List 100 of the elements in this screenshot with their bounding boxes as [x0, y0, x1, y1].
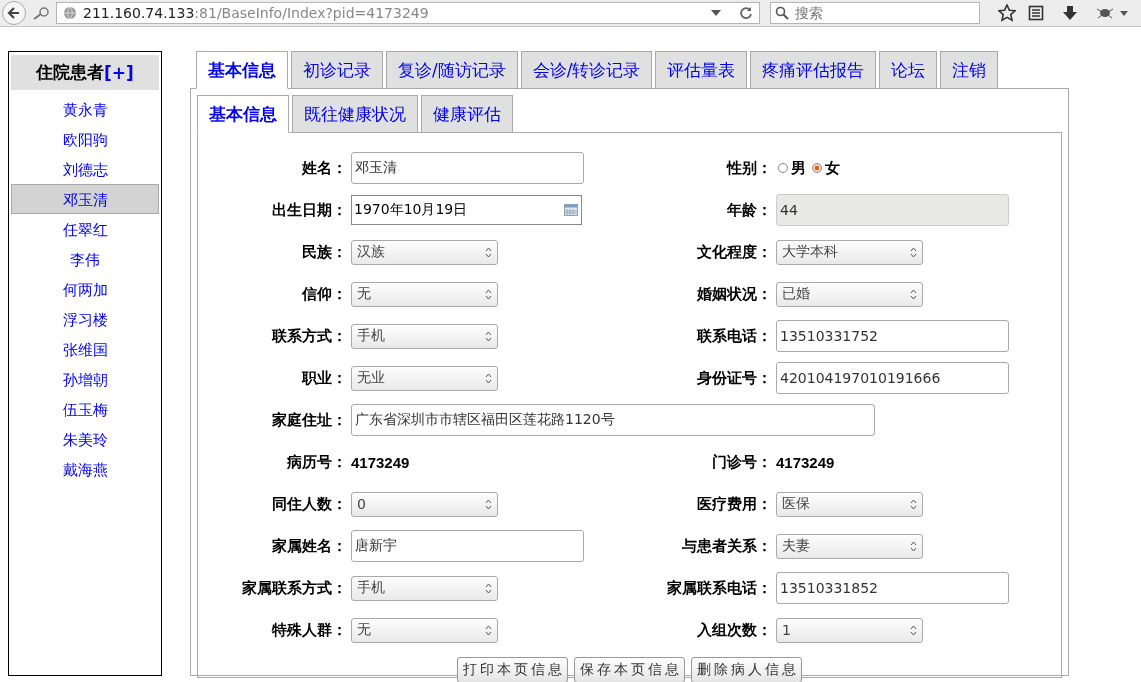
text-field[interactable]: 唐新宇 [351, 530, 584, 562]
patient-link[interactable]: 任翠红 [11, 214, 159, 244]
add-patient-link[interactable]: [+] [104, 62, 134, 83]
age-field[interactable]: 44 [776, 194, 1009, 226]
select-dropdown[interactable]: 无 [351, 281, 498, 307]
select-arrows-icon [485, 582, 492, 594]
tab[interactable]: 会诊/转诊记录 [520, 51, 653, 89]
select-dropdown[interactable]: 大学本科 [776, 239, 923, 265]
patient-link[interactable]: 浮习楼 [11, 304, 159, 334]
url-host: 211.160.74.133 [83, 5, 195, 21]
field-label: 入组次数： [696, 620, 773, 640]
select-dropdown[interactable]: 汉族 [351, 239, 498, 265]
field-label: 病历号： [286, 452, 348, 472]
tab[interactable]: 初诊记录 [291, 51, 383, 89]
patient-link[interactable]: 戴海燕 [11, 454, 159, 484]
select-dropdown[interactable]: 0 [351, 491, 498, 517]
patient-link[interactable]: 伍玉梅 [11, 394, 159, 424]
dropdown-caret-icon[interactable] [711, 10, 721, 16]
globe-icon [63, 6, 77, 20]
field-label: 信仰： [300, 284, 348, 304]
tab[interactable]: 论坛 [879, 51, 938, 89]
select-dropdown[interactable]: 手机 [351, 575, 498, 601]
select-arrows-icon [910, 498, 917, 510]
field-label: 特殊人群： [270, 620, 348, 640]
field-label: 文化程度： [696, 242, 773, 262]
radio-label: 女 [825, 158, 840, 178]
select-arrows-icon [485, 498, 492, 510]
field-label: 婚姻状况： [696, 284, 773, 304]
record-number: 4173249 [776, 453, 835, 471]
select-arrows-icon [485, 372, 492, 384]
field-label: 性别： [725, 158, 773, 178]
address-field[interactable]: 广东省深圳市市辖区福田区莲花路1120号 [351, 404, 875, 436]
subtab[interactable]: 基本信息 [197, 95, 289, 133]
select-dropdown[interactable]: 已婚 [776, 281, 923, 307]
select-dropdown[interactable]: 1 [776, 617, 923, 643]
field-label: 职业： [301, 368, 348, 388]
select-arrows-icon [485, 624, 492, 636]
dropdown-caret-icon[interactable] [1120, 10, 1128, 16]
subtab[interactable]: 健康评估 [421, 95, 513, 133]
select-dropdown[interactable]: 医保 [776, 491, 923, 517]
back-button[interactable] [2, 1, 26, 25]
patient-link[interactable]: 邓玉清 [11, 184, 159, 214]
field-label: 身份证号： [696, 368, 773, 388]
date-field[interactable]: 1970年10月19日 [351, 195, 582, 225]
field-label: 民族： [301, 242, 348, 262]
text-field[interactable]: 邓玉清 [351, 152, 584, 184]
text-field[interactable]: 420104197010191666 [776, 362, 1009, 394]
field-label: 门诊号： [711, 452, 773, 472]
tab[interactable]: 基本信息 [196, 51, 288, 89]
field-label: 与患者关系： [681, 536, 773, 556]
select-arrows-icon [485, 288, 492, 300]
field-label: 年龄： [726, 200, 773, 220]
patient-link[interactable]: 李伟 [11, 244, 159, 274]
field-label: 姓名： [301, 158, 348, 178]
field-label: 联系方式： [271, 326, 348, 346]
address-bar[interactable]: 211.160.74.133:81/BaseInfo/Index?pid=4173249 [56, 2, 760, 24]
patient-link[interactable]: 欧阳驹 [11, 124, 159, 154]
download-icon[interactable] [1062, 5, 1078, 21]
select-dropdown[interactable]: 夫妻 [776, 533, 923, 559]
patient-link[interactable]: 张维国 [11, 334, 159, 364]
reload-icon[interactable] [739, 6, 753, 20]
field-label: 家属姓名： [271, 536, 348, 556]
text-field[interactable]: 13510331752 [776, 320, 1009, 352]
patient-link[interactable]: 刘德志 [11, 154, 159, 184]
field-label: 家属联系电话： [666, 578, 773, 598]
patient-link[interactable]: 黄永青 [11, 94, 159, 124]
patient-link[interactable]: 何两加 [11, 274, 159, 304]
subtab[interactable]: 既往健康状况 [292, 95, 418, 133]
select-arrows-icon [910, 246, 917, 258]
radio-button[interactable] [778, 163, 788, 173]
field-label: 家属联系方式： [241, 578, 348, 598]
tab[interactable]: 复诊/随访记录 [386, 51, 518, 89]
action-button[interactable]: 删除病人信息 [691, 657, 802, 682]
select-arrows-icon [910, 288, 917, 300]
patient-link[interactable]: 孙增朝 [11, 364, 159, 394]
tab[interactable]: 注销 [940, 51, 999, 89]
field-label: 出生日期： [271, 200, 348, 220]
tab[interactable]: 疼痛评估报告 [750, 51, 877, 89]
field-label: 家庭住址： [271, 410, 348, 430]
radio-label: 男 [791, 158, 806, 178]
key-icon[interactable] [32, 6, 50, 20]
search-field[interactable]: 搜索 [770, 2, 980, 24]
select-arrows-icon [910, 540, 917, 552]
record-number: 4173249 [351, 453, 410, 471]
bug-icon[interactable] [1096, 6, 1114, 20]
patient-link[interactable]: 朱美玲 [11, 424, 159, 454]
field-label: 同住人数： [271, 494, 348, 514]
action-button[interactable]: 打印本页信息 [457, 657, 568, 682]
select-arrows-icon [485, 246, 492, 258]
select-dropdown[interactable]: 手机 [351, 323, 498, 349]
radio-button[interactable] [812, 163, 822, 173]
select-dropdown[interactable]: 无 [351, 617, 498, 643]
action-button[interactable]: 保存本页信息 [574, 657, 685, 682]
field-label: 医疗费用： [696, 494, 773, 514]
text-field[interactable]: 13510331852 [776, 572, 1009, 604]
field-label: 联系电话： [696, 326, 773, 346]
tab[interactable]: 评估量表 [655, 51, 748, 89]
list-icon[interactable] [1028, 5, 1044, 21]
select-dropdown[interactable]: 无业 [351, 365, 498, 391]
star-icon[interactable] [998, 4, 1016, 22]
